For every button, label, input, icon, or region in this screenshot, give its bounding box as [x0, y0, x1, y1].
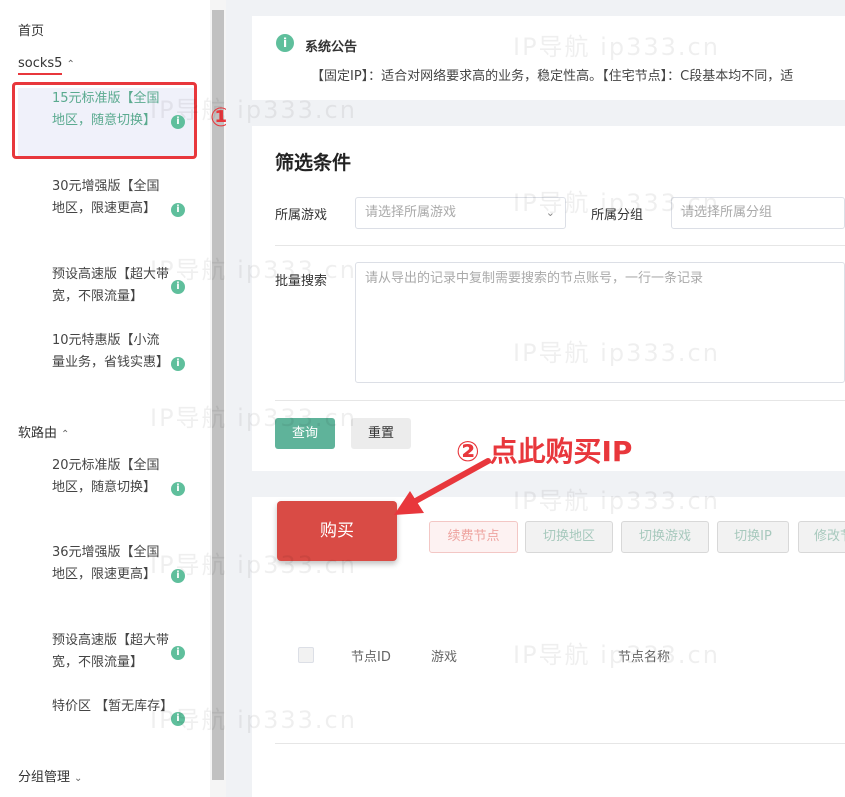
highlight-box: [12, 82, 197, 159]
chevron-up-icon: ⌃: [61, 429, 70, 440]
divider: [275, 245, 845, 246]
nav-home[interactable]: 首页: [18, 20, 44, 39]
query-button[interactable]: 查询: [275, 418, 335, 449]
switch-ip-button[interactable]: 切换IP: [717, 521, 789, 553]
game-label: 所属游戏: [275, 208, 328, 223]
select-all-checkbox[interactable]: [298, 647, 314, 663]
sidebar-item-router-highspeed[interactable]: 预设高速版【超大带宽，不限流量】 i: [18, 630, 196, 676]
batch-search-textarea[interactable]: 请从导出的记录中复制需要搜索的节点账号，一行一条记录: [355, 262, 845, 383]
batch-label: 批量搜索: [275, 274, 328, 289]
modify-button[interactable]: 修改节: [798, 521, 845, 553]
sidebar-item-router-standard[interactable]: 20元标准版【全国地区，随意切换】 i: [18, 455, 196, 523]
nav-group-socks5[interactable]: socks5 ⌃: [18, 56, 75, 75]
info-icon[interactable]: i: [171, 203, 185, 217]
divider: [275, 743, 845, 744]
group-label: 分组管理: [18, 770, 71, 785]
nav-group-manage[interactable]: 分组管理 ⌄: [18, 766, 82, 785]
buy-button[interactable]: 购买: [277, 501, 397, 561]
nav-group-softrouter[interactable]: 软路由 ⌃: [18, 422, 69, 441]
chevron-up-icon: ⌃: [66, 59, 75, 70]
renew-button[interactable]: 续费节点: [429, 521, 518, 553]
sidebar-item-router-special[interactable]: 特价区 【暂无库存】 i: [18, 696, 196, 742]
group-label: 所属分组: [591, 208, 644, 223]
notice-card: [252, 16, 845, 100]
game-select[interactable]: 请选择所属游戏 ⌄: [355, 197, 566, 229]
sidebar-item-socks5-discount[interactable]: 10元特惠版【小流量业务，省钱实惠】 i: [18, 330, 196, 398]
arrow-icon: [394, 458, 491, 515]
chevron-down-icon: ⌄: [545, 206, 555, 219]
table-header-game: 游戏: [431, 650, 458, 665]
switch-game-button[interactable]: 切换游戏: [621, 521, 709, 553]
info-icon[interactable]: i: [171, 646, 185, 660]
sidebar-item-socks5-highspeed[interactable]: 预设高速版【超大带宽，不限流量】 i: [18, 264, 196, 310]
table-header-node-id: 节点ID: [351, 650, 391, 665]
chevron-down-icon: ⌄: [74, 773, 83, 784]
sidebar-item-socks5-enhanced[interactable]: 30元增强版【全国地区，限速更高】 i: [18, 176, 196, 244]
sidebar-item-router-enhanced[interactable]: 36元增强版【全国地区，限速更高】 i: [18, 542, 196, 610]
info-icon[interactable]: i: [171, 569, 185, 583]
info-icon: i: [276, 34, 294, 52]
divider: [275, 400, 845, 401]
sidebar: 首页 socks5 ⌃ 15元标准版【全国地区，随意切换】 i 30元增强版【全国…: [0, 0, 210, 797]
notice-text: 【固定IP】：适合对网络要求高的业务，稳定性高。【住宅节点】：C段基本均不同，适: [311, 69, 794, 84]
switch-region-button[interactable]: 切换地区: [525, 521, 613, 553]
notice-title: 系统公告: [305, 40, 358, 55]
group-label: socks5: [18, 56, 63, 75]
info-icon[interactable]: i: [171, 280, 185, 294]
info-icon[interactable]: i: [171, 482, 185, 496]
table-header-node-name: 节点名称: [618, 650, 671, 665]
group-select[interactable]: 请选择所属分组: [671, 197, 845, 229]
info-icon[interactable]: i: [171, 357, 185, 371]
info-icon[interactable]: i: [171, 712, 185, 726]
reset-button[interactable]: 重置: [351, 418, 411, 449]
group-label: 软路由: [18, 426, 58, 441]
filter-title: 筛选条件: [275, 152, 352, 174]
